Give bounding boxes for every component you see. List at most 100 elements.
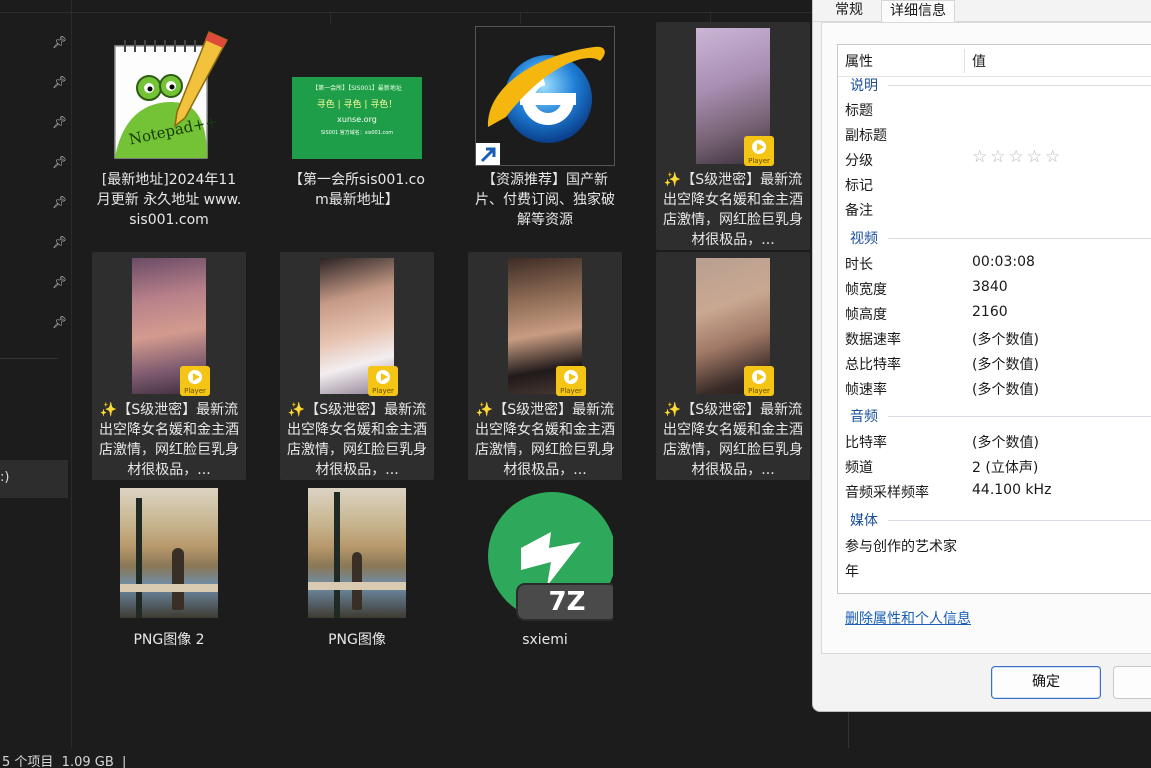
prop-rating[interactable]: 分级 bbox=[845, 150, 873, 170]
prop-total-bitrate[interactable]: 总比特率 bbox=[845, 354, 901, 374]
card-line-3: xunse.org bbox=[337, 115, 377, 124]
prop-frame-height[interactable]: 帧高度 bbox=[845, 304, 887, 324]
file-name: PNG图像 bbox=[328, 632, 386, 648]
pin-icon[interactable]: 📌︎ bbox=[52, 315, 67, 329]
value-total-bitrate: (多个数值) bbox=[972, 357, 1039, 373]
player-badge-icon: Player bbox=[368, 366, 398, 396]
file-item-video-2[interactable]: Player ✨【S级泄密】最新流出空降女名媛和金主酒店激情，网红脸巨乳身材很极… bbox=[92, 252, 246, 480]
pin-icon[interactable]: 📌︎ bbox=[52, 235, 67, 249]
group-media: 媒体 bbox=[850, 513, 878, 529]
prop-data-rate[interactable]: 数据速率 bbox=[845, 329, 901, 349]
value-sample-rate: 44.100 kHz bbox=[972, 482, 1052, 498]
property-list[interactable]: 属性 值 说明 标题 副标题 分级 ☆☆☆☆☆ 标记 备注 视频 时长 00:0… bbox=[837, 44, 1151, 594]
cancel-button[interactable] bbox=[1113, 666, 1151, 699]
prop-comments[interactable]: 备注 bbox=[845, 200, 873, 220]
value-data-rate: (多个数值) bbox=[972, 332, 1039, 348]
value-frame-height: 2160 bbox=[972, 304, 1008, 320]
file-item-png[interactable]: PNG图像 bbox=[280, 482, 434, 710]
file-item-video-5[interactable]: Player ✨【S级泄密】最新流出空降女名媛和金主酒店激情，网红脸巨乳身材很极… bbox=[656, 252, 810, 480]
prop-channels[interactable]: 频道 bbox=[845, 457, 873, 477]
internet-explorer-shortcut-icon bbox=[475, 26, 615, 166]
file-name: ✨【S级泄密】最新流出空降女名媛和金主酒店激情，网红脸巨乳身材很极品，... bbox=[475, 402, 615, 478]
status-item-count: 5 个项目 bbox=[2, 755, 54, 768]
notepad-plus-plus-icon: Notepad++ bbox=[101, 26, 237, 164]
remove-properties-link[interactable]: 删除属性和个人信息 bbox=[845, 608, 971, 628]
prop-title[interactable]: 标题 bbox=[845, 100, 873, 120]
rating-stars[interactable]: ☆☆☆☆☆ bbox=[972, 147, 1063, 167]
column-header: 属性 值 bbox=[838, 45, 1151, 77]
value-channels: 2 (立体声) bbox=[972, 460, 1039, 476]
prop-length[interactable]: 时长 bbox=[845, 254, 873, 274]
prop-subtitle[interactable]: 副标题 bbox=[845, 125, 887, 145]
group-description: 说明 bbox=[850, 78, 878, 94]
group-divider bbox=[888, 238, 1151, 239]
prop-year[interactable]: 年 bbox=[845, 561, 859, 581]
group-audio: 音频 bbox=[850, 409, 878, 425]
file-name: PNG图像 2 bbox=[133, 632, 205, 648]
file-item-png-2[interactable]: PNG图像 2 bbox=[92, 482, 246, 710]
pin-icon[interactable]: 📌︎ bbox=[52, 115, 67, 129]
file-name: [最新地址]2024年11月更新 永久地址 www.sis001.com bbox=[96, 172, 242, 228]
prop-sample-rate[interactable]: 音频采样频率 bbox=[845, 482, 929, 502]
file-name: sxiemi bbox=[522, 632, 568, 648]
player-badge-icon: Player bbox=[744, 366, 774, 396]
pin-icon[interactable]: 📌︎ bbox=[52, 195, 67, 209]
background-divider bbox=[848, 712, 849, 748]
file-item-shortcut[interactable]: 【资源推荐】国产新片、付费订阅、独家破解等资源 bbox=[468, 22, 622, 250]
value-length: 00:03:08 bbox=[972, 254, 1035, 270]
tab-bar: 常规 详细信息 bbox=[813, 0, 1151, 22]
header-divider bbox=[0, 12, 812, 24]
pin-icon[interactable]: 📌︎ bbox=[52, 75, 67, 89]
file-item-archive[interactable]: 7Z sxiemi bbox=[468, 482, 622, 710]
group-divider bbox=[888, 85, 1151, 86]
group-video: 视频 bbox=[850, 231, 878, 247]
card-line-1: 【第一会所】【SIS001】最新地址 bbox=[312, 85, 402, 92]
player-badge-icon: Player bbox=[744, 136, 774, 166]
tab-general[interactable]: 常规 bbox=[827, 0, 871, 22]
navigation-pane: 📌︎ 📌︎ 📌︎ 📌︎ 📌︎ 📌︎ 📌︎ 📌︎ :) bbox=[0, 0, 72, 748]
pin-icon[interactable]: 📌︎ bbox=[52, 275, 67, 289]
file-name: ✨【S级泄密】最新流出空降女名媛和金主酒店激情，网红脸巨乳身材很极品，... bbox=[99, 402, 239, 478]
file-name: 【第一会所sis001.com最新地址】 bbox=[289, 172, 425, 208]
card-line-2: 寻色 | 寻色 | 寻色！ bbox=[316, 100, 398, 110]
pin-icon[interactable]: 📌︎ bbox=[52, 35, 67, 49]
status-cursor: | bbox=[122, 755, 127, 768]
prop-frame-rate[interactable]: 帧速率 bbox=[845, 379, 887, 399]
nav-item-drive[interactable]: :) bbox=[0, 460, 68, 498]
image-thumbnail: 【第一会所】【SIS001】最新地址 寻色 | 寻色 | 寻色！ xunse.o… bbox=[292, 77, 422, 159]
image-thumbnail bbox=[308, 488, 406, 618]
value-frame-rate: (多个数值) bbox=[972, 382, 1039, 398]
column-property[interactable]: 属性 bbox=[845, 51, 873, 71]
prop-tags[interactable]: 标记 bbox=[845, 175, 873, 195]
file-item-green-card[interactable]: 【第一会所】【SIS001】最新地址 寻色 | 寻色 | 寻色！ xunse.o… bbox=[280, 22, 434, 250]
image-thumbnail bbox=[120, 488, 218, 618]
file-name: 【资源推荐】国产新片、付费订阅、独家破解等资源 bbox=[475, 172, 615, 228]
player-badge-icon: Player bbox=[556, 366, 586, 396]
nav-divider bbox=[0, 358, 58, 359]
pin-icon[interactable]: 📌︎ bbox=[52, 155, 67, 169]
value-bitrate: (多个数值) bbox=[972, 435, 1039, 451]
prop-bitrate[interactable]: 比特率 bbox=[845, 432, 887, 452]
group-divider bbox=[888, 520, 1151, 521]
column-value[interactable]: 值 bbox=[972, 51, 986, 71]
file-name: ✨【S级泄密】最新流出空降女名媛和金主酒店激情，网红脸巨乳身材很极品，... bbox=[287, 402, 427, 478]
player-badge-icon: Player bbox=[180, 366, 210, 396]
archive-badge: 7Z bbox=[548, 587, 586, 617]
prop-frame-width[interactable]: 帧宽度 bbox=[845, 279, 887, 299]
tab-details[interactable]: 详细信息 bbox=[881, 0, 955, 22]
file-name: ✨【S级泄密】最新流出空降女名媛和金主酒店激情，网红脸巨乳身材很极品，... bbox=[663, 172, 803, 248]
file-name: ✨【S级泄密】最新流出空降女名媛和金主酒店激情，网红脸巨乳身材很极品，... bbox=[663, 402, 803, 478]
properties-dialog: 常规 详细信息 属性 值 说明 标题 副标题 分级 ☆☆☆☆☆ 标记 备注 视频… bbox=[812, 0, 1151, 712]
column-divider[interactable] bbox=[964, 49, 965, 73]
file-item-video-3[interactable]: Player ✨【S级泄密】最新流出空降女名媛和金主酒店激情，网红脸巨乳身材很极… bbox=[280, 252, 434, 480]
file-item-video-4[interactable]: Player ✨【S级泄密】最新流出空降女名媛和金主酒店激情，网红脸巨乳身材很极… bbox=[468, 252, 622, 480]
drive-label: :) bbox=[0, 470, 10, 485]
ok-button[interactable]: 确定 bbox=[991, 666, 1101, 699]
status-bar: 5 个项目 1.09 GB | bbox=[0, 748, 812, 768]
7z-archive-icon: 7Z bbox=[477, 490, 613, 624]
prop-contributing-artists[interactable]: 参与创作的艺术家 bbox=[845, 536, 957, 556]
file-item-notepad[interactable]: Notepad++ [最新地址]2024年11月更新 永久地址 www.sis0… bbox=[92, 22, 246, 250]
file-item-video-1[interactable]: Player ✨【S级泄密】最新流出空降女名媛和金主酒店激情，网红脸巨乳身材很极… bbox=[656, 22, 810, 250]
card-line-4: SIS001 官方域名：sis001.com bbox=[320, 130, 394, 136]
status-size: 1.09 GB bbox=[61, 755, 114, 768]
